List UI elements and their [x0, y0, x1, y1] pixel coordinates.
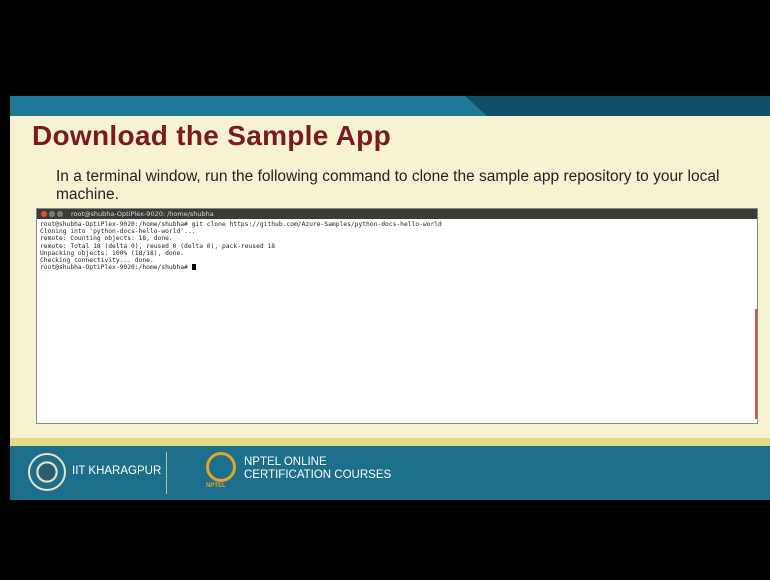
terminal-line: Cloning into 'python-docs-hello-world'..… — [40, 228, 196, 236]
slide: Download the Sample App In a terminal wi… — [10, 96, 770, 500]
terminal-title: root@shubha-OptiPlex-9020: /home/shubha — [71, 210, 214, 218]
terminal-prompt-line[interactable]: root@shubha-OptiPlex-9020:/home/shubha# — [40, 264, 754, 271]
nptel-logo-icon — [206, 452, 236, 482]
terminal-scrollbar[interactable] — [755, 309, 757, 419]
footer-banner: IIT KHARAGPUR NPTEL NPTEL ONLINE CERTIFI… — [10, 446, 770, 500]
nptel-label: NPTEL ONLINE CERTIFICATION COURSES — [244, 456, 391, 482]
terminal-prompt: root@shubha-OptiPlex-9020:/home/shubha# — [40, 264, 192, 272]
close-icon[interactable] — [41, 211, 47, 217]
terminal-line: Unpacking objects: 100% (18/18), done. — [40, 249, 185, 257]
terminal-titlebar[interactable]: root@shubha-OptiPlex-9020: /home/shubha — [37, 209, 757, 219]
terminal-line: root@shubha-OptiPlex-9020:/home/shubha# … — [40, 221, 442, 228]
iit-label: IIT KHARAGPUR — [72, 465, 162, 477]
nptel-line-2: CERTIFICATION COURSES — [244, 469, 392, 481]
footer-divider — [166, 452, 167, 494]
terminal-line: remote: Counting objects: 18, done. — [40, 235, 173, 243]
terminal-output[interactable]: root@shubha-OptiPlex-9020:/home/shubha# … — [37, 219, 757, 273]
iit-logo-icon — [28, 453, 66, 491]
terminal-line: remote: Total 18 (delta 0), reused 0 (de… — [40, 242, 276, 250]
terminal-window[interactable]: root@shubha-OptiPlex-9020: /home/shubha … — [36, 208, 758, 424]
minimize-icon[interactable] — [49, 211, 55, 217]
slide-title: Download the Sample App — [32, 120, 391, 151]
top-banner-accent — [465, 96, 770, 116]
nptel-line-1: NPTEL ONLINE — [244, 456, 327, 468]
maximize-icon[interactable] — [57, 211, 63, 217]
terminal-line: Checking connectivity... done. — [40, 257, 154, 265]
nptel-small-label: NPTEL — [206, 483, 226, 489]
slide-subtitle: In a terminal window, run the following … — [56, 168, 720, 203]
footer-accent — [10, 438, 770, 446]
text-cursor — [191, 264, 196, 271]
